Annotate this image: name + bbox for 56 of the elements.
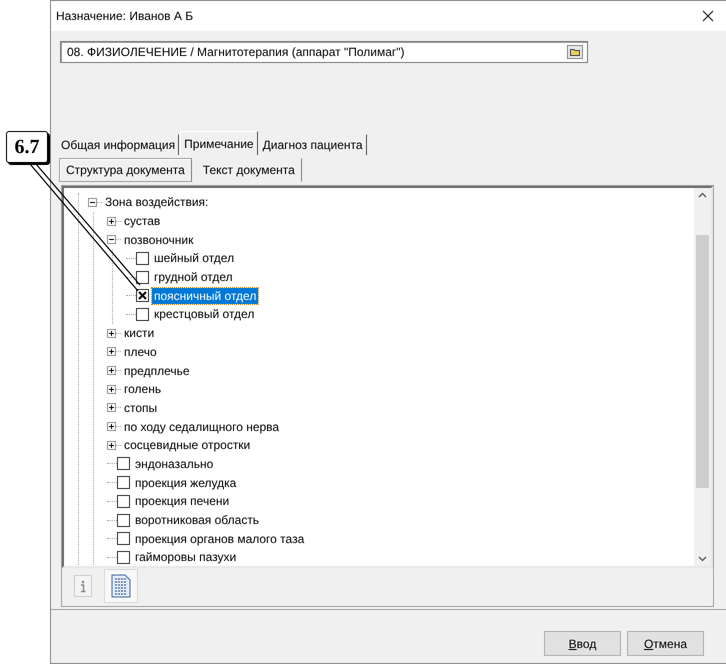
- collapse-icon[interactable]: [107, 235, 116, 244]
- tree-item[interactable]: эндоназально: [133, 456, 216, 472]
- expand-icon[interactable]: [107, 347, 116, 356]
- ok-button[interactable]: Ввод: [544, 631, 621, 656]
- expand-icon[interactable]: [107, 366, 116, 376]
- tree-item[interactable]: поясничный отдел: [152, 288, 258, 304]
- tree-item[interactable]: сосцевидные отростки: [122, 437, 252, 454]
- tree-item[interactable]: кисти: [122, 325, 156, 342]
- tree-item[interactable]: сустав: [122, 213, 162, 230]
- tree-item[interactable]: голень: [122, 381, 164, 398]
- tree-item[interactable]: Зона воздействия:: [103, 194, 210, 210]
- tab[interactable]: Структура документа: [59, 158, 192, 182]
- toolbar-button[interactable]: [104, 569, 138, 603]
- expand-icon[interactable]: [107, 384, 116, 394]
- expand-icon[interactable]: [107, 403, 116, 412]
- tree-item[interactable]: проекция печени: [133, 493, 232, 510]
- tree-item[interactable]: шейный отдел: [152, 250, 236, 266]
- collapse-icon[interactable]: [88, 198, 97, 207]
- callout-label: 6.7: [6, 131, 48, 163]
- procedure-field[interactable]: 08. ФИЗИОЛЕЧЕНИЕ / Магнитотерапия (аппарат "Полимаг"): [60, 41, 588, 63]
- scroll-thumb[interactable]: [696, 235, 709, 488]
- tree-item[interactable]: проекция желудка: [133, 474, 238, 491]
- checkbox[interactable]: [117, 494, 130, 508]
- tree-item[interactable]: гайморовы пазухи: [133, 549, 238, 566]
- folder-icon: [570, 48, 580, 56]
- scrollbar[interactable]: [694, 188, 711, 566]
- expand-icon[interactable]: [107, 422, 116, 432]
- tree-item[interactable]: плечо: [122, 344, 159, 360]
- expand-icon[interactable]: [107, 216, 116, 226]
- checkbox[interactable]: [117, 550, 130, 564]
- scroll-down-icon[interactable]: [698, 556, 707, 562]
- checkbox[interactable]: [117, 476, 130, 490]
- window-title: Назначение: Иванов А Б: [56, 9, 194, 23]
- tree-item[interactable]: проекция органов малого таза: [133, 530, 306, 547]
- checkbox[interactable]: [117, 532, 130, 546]
- expand-icon[interactable]: [107, 440, 116, 450]
- info-icon: [74, 575, 92, 597]
- tree-item[interactable]: крестцовый отдел: [152, 306, 256, 322]
- tree-item[interactable]: стопы: [122, 400, 160, 416]
- checkbox[interactable]: [117, 457, 130, 470]
- document-icon: [111, 574, 131, 598]
- checkbox[interactable]: [136, 289, 149, 302]
- checkbox[interactable]: [117, 514, 130, 527]
- checkbox[interactable]: [136, 270, 149, 284]
- scroll-up-icon[interactable]: [698, 192, 707, 198]
- cancel-button[interactable]: Отмена: [627, 631, 704, 656]
- tree-item[interactable]: по ходу седалищного нерва: [122, 418, 282, 435]
- checkbox[interactable]: [136, 308, 149, 321]
- expand-icon[interactable]: [107, 328, 116, 338]
- tree-item[interactable]: позвоночник: [122, 232, 196, 248]
- checkbox[interactable]: [136, 252, 149, 265]
- tree-item[interactable]: воротниковая область: [133, 512, 262, 528]
- tree-item[interactable]: грудной отдел: [152, 269, 235, 286]
- tree-item[interactable]: предплечье: [122, 362, 192, 379]
- folder-button[interactable]: [567, 45, 583, 59]
- tab[interactable]: Примечание: [180, 131, 258, 155]
